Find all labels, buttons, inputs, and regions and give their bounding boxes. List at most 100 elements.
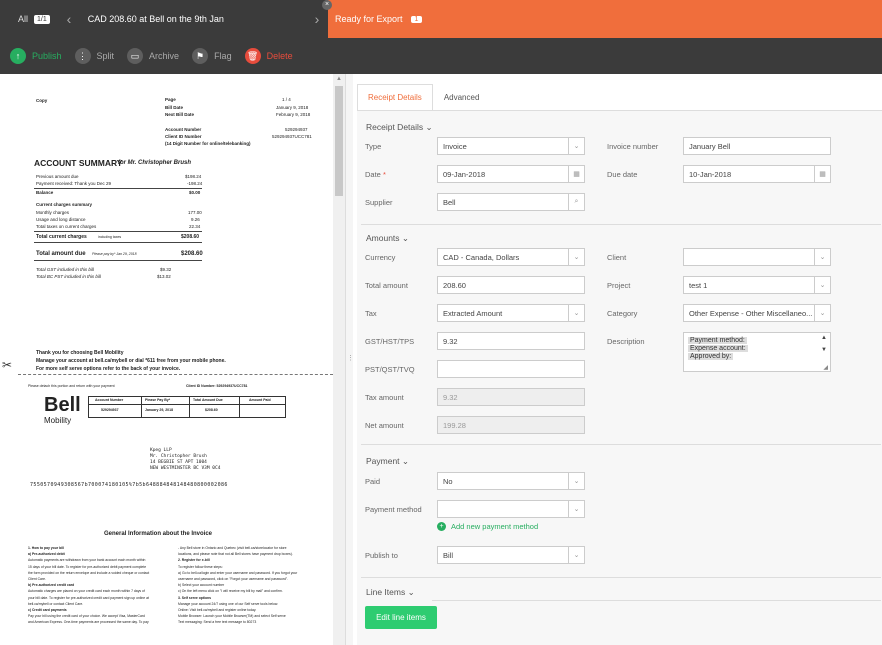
doc-client-id-label: Client ID Number <box>165 134 202 139</box>
doc-rule <box>34 260 202 261</box>
chevron-down-icon: ⌄ <box>568 138 584 154</box>
doc-rule <box>34 242 202 243</box>
receipt-nav: All 1/1 ‹ CAD 208.60 at Bell on the 9th … <box>0 0 332 38</box>
currency-select[interactable]: CAD - Canada, Dollars ⌄ <box>437 248 585 266</box>
doc-info-right: - Any Bell store in Ontario and Quebec (… <box>178 545 328 626</box>
doc-summary-title: ACCOUNT SUMMARY <box>34 158 123 168</box>
tab-advanced[interactable]: Advanced <box>433 84 491 111</box>
type-select[interactable]: Invoice ⌄ <box>437 137 585 155</box>
calendar-icon[interactable]: ▦ <box>568 166 584 182</box>
trash-icon: 🗑 <box>244 48 261 64</box>
document-preview[interactable]: Copy Page 1 / 4 Bill Date January 9, 201… <box>0 74 333 645</box>
gst-input[interactable]: 9.32 <box>437 332 585 350</box>
scroll-up-icon[interactable]: ▲ <box>336 76 342 82</box>
archive-button[interactable]: ▭ Archive <box>127 48 179 64</box>
chevron-down-icon: ⌄ <box>568 473 584 489</box>
doc-row-label: Balance <box>36 190 54 195</box>
calendar-icon[interactable]: ▦ <box>814 166 830 182</box>
category-value: Other Expense - Other Miscellaneo... <box>689 308 813 318</box>
publish-to-select[interactable]: Bill ⌄ <box>437 546 585 564</box>
net-amount-label: Net amount <box>365 421 404 430</box>
tax-amount-label: Tax amount <box>365 393 404 402</box>
supplier-value: Bell <box>443 197 456 207</box>
publish-to-value: Bill <box>443 550 454 560</box>
split-button[interactable]: ⋮ Split <box>74 48 114 64</box>
receipt-form-pane: Receipt Details Advanced Receipt Details… <box>353 74 882 645</box>
project-label: Project <box>607 281 631 290</box>
tab-receipt-details[interactable]: Receipt Details <box>357 84 433 111</box>
due-date-value: 10-Jan-2018 <box>689 169 732 179</box>
flag-button[interactable]: ⚑ Flag <box>192 48 232 64</box>
doc-account-number-value: 529294937 <box>285 127 308 132</box>
top-bar: All 1/1 ‹ CAD 208.60 at Bell on the 9th … <box>0 0 882 38</box>
stub-header: Please Pay By* <box>145 398 171 402</box>
doc-pst-note-value: $13.02 <box>157 274 171 279</box>
pane-splitter[interactable]: ⋮ <box>345 74 354 645</box>
net-amount-field: 199.28 <box>437 416 585 434</box>
scroll-down-icon[interactable]: ▼ <box>821 347 827 353</box>
bell-logo-mobility: Mobility <box>44 416 72 425</box>
section-payment[interactable]: Payment ⌄ <box>366 456 409 467</box>
add-payment-method-link[interactable]: + Add new payment method <box>437 522 538 531</box>
doc-bill-date-value: January 9, 2018 <box>276 105 309 110</box>
doc-copy: Copy <box>36 98 48 103</box>
invoice-number-label: Invoice number <box>607 142 659 151</box>
payment-method-select[interactable]: ⌄ <box>437 500 585 518</box>
due-date-label: Due date <box>607 170 638 179</box>
doc-row-value: $0.00 <box>189 190 201 195</box>
project-select[interactable]: test 1 ⌄ <box>683 276 831 294</box>
resize-handle-icon[interactable]: ◢ <box>823 364 828 371</box>
doc-address-line: Mr. Christopher Brush <box>150 454 207 459</box>
doc-row-label: Current charges summary <box>36 202 93 207</box>
section-divider <box>432 600 881 601</box>
ready-for-export-bar[interactable]: Ready for Export 1 <box>328 0 882 38</box>
document-scrollbar[interactable]: ▲ <box>333 74 345 645</box>
doc-thanks-line: For more self serve options refer to the… <box>36 366 181 372</box>
receipt-count-badge: 1/1 <box>34 14 50 24</box>
publish-button[interactable]: ↑ Publish <box>10 48 62 64</box>
description-textarea[interactable]: Payment method: Expense account: Approve… <box>683 332 831 372</box>
doc-row-label: Total current charges <box>36 234 87 240</box>
invoice-number-input[interactable]: January Bell <box>683 137 831 155</box>
due-date-input[interactable]: 10-Jan-2018 ▦ <box>683 165 831 183</box>
section-line-items-label: Line Items <box>366 587 406 597</box>
pst-input[interactable] <box>437 360 585 378</box>
section-receipt-details[interactable]: Receipt Details ⌄ <box>366 122 433 133</box>
add-payment-method-label: Add new payment method <box>451 522 539 531</box>
required-asterisk: * <box>382 170 386 179</box>
type-value: Invoice <box>443 141 467 151</box>
tax-label: Tax <box>365 309 377 318</box>
tax-select[interactable]: Extracted Amount ⌄ <box>437 304 585 322</box>
doc-rule <box>34 231 202 232</box>
chevron-left-icon[interactable]: ‹ <box>58 0 80 38</box>
paid-select[interactable]: No ⌄ <box>437 472 585 490</box>
edit-line-items-button[interactable]: Edit line items <box>365 606 437 629</box>
section-amounts[interactable]: Amounts ⌄ <box>366 233 409 244</box>
archive-label: Archive <box>149 51 180 61</box>
scroll-up-icon[interactable]: ▲ <box>821 335 827 341</box>
search-icon[interactable]: ⌕ <box>568 194 584 210</box>
doc-client-id-stub: Client ID Number: 529294937UCC781 <box>186 384 248 388</box>
doc-row-label: Previous amount due <box>36 174 79 179</box>
all-receipts-link[interactable]: All <box>0 14 28 24</box>
gst-label: GST/HST/TPS <box>365 337 415 346</box>
date-label: Date * <box>365 170 386 179</box>
payment-method-label: Payment method <box>365 505 422 514</box>
total-amount-label: Total amount <box>365 281 408 290</box>
chevron-down-icon: ⌄ <box>814 305 830 321</box>
doc-row-label: Usage and long distance <box>36 217 86 222</box>
close-icon[interactable]: × <box>322 0 332 10</box>
date-input[interactable]: 09-Jan-2018 ▦ <box>437 165 585 183</box>
client-select[interactable]: ⌄ <box>683 248 831 266</box>
chevron-down-icon: ⌄ <box>425 122 433 132</box>
chevron-down-icon: ⌄ <box>814 249 830 265</box>
section-line-items[interactable]: Line Items ⌄ <box>366 587 415 598</box>
doc-address-line: Kpeg LLP <box>150 448 172 453</box>
scrollbar-thumb[interactable] <box>335 86 343 196</box>
total-amount-input[interactable]: 208.60 <box>437 276 585 294</box>
delete-button[interactable]: 🗑 Delete <box>244 48 293 64</box>
chevron-down-icon: ⌄ <box>814 277 830 293</box>
doc-including-taxes: including taxes <box>98 235 122 239</box>
supplier-input[interactable]: Bell ⌕ <box>437 193 585 211</box>
category-select[interactable]: Other Expense - Other Miscellaneo... ⌄ <box>683 304 831 322</box>
